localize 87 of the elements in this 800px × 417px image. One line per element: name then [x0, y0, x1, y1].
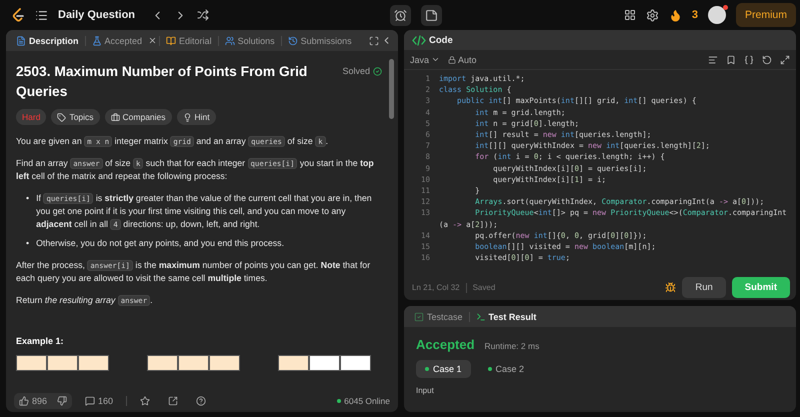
alarm-clock-button[interactable]: [390, 4, 412, 26]
comments-button[interactable]: 160: [80, 393, 118, 409]
language-select[interactable]: Java: [410, 54, 440, 64]
thumbs-down-icon: [57, 396, 68, 406]
note-button[interactable]: [421, 4, 442, 26]
solved-status: Solved: [342, 66, 382, 76]
expand-button[interactable]: [780, 54, 790, 64]
bullet-marker: •: [26, 237, 30, 250]
tag-icon: [57, 112, 66, 122]
settings-button[interactable]: [646, 8, 659, 22]
format-button[interactable]: [708, 54, 718, 64]
grid-layout-button[interactable]: [624, 9, 636, 21]
flask-icon: [92, 36, 102, 46]
tag-button[interactable]: Topics: [51, 109, 100, 125]
case-tab[interactable]: Case 2: [478, 360, 534, 378]
verdict: Accepted: [416, 337, 475, 352]
auto-mode-toggle[interactable]: Auto: [448, 54, 477, 64]
settings-icon: [646, 8, 659, 22]
close-icon: [148, 36, 158, 45]
problem-list-button[interactable]: [35, 8, 48, 22]
lightbulb-icon: [182, 112, 192, 122]
document-icon: [16, 36, 26, 46]
premium-button[interactable]: Premium: [736, 3, 796, 27]
bookmark-icon: [726, 54, 736, 64]
shuffle-icon: [197, 9, 210, 21]
panel-tab[interactable]: Accepted: [88, 36, 146, 46]
fullscreen-button[interactable]: [369, 36, 379, 46]
grid-icon: [624, 9, 636, 21]
bullet-marker: •: [26, 192, 30, 205]
case-tab[interactable]: Case 1: [416, 360, 471, 378]
problem-title: 2503. Maximum Number of Points From Grid Queries: [16, 63, 308, 101]
notification-dot: [723, 5, 728, 10]
bug-icon: [665, 282, 676, 293]
lock-icon: [448, 56, 456, 64]
briefcase-icon: [110, 112, 120, 122]
code-icon: [412, 34, 426, 46]
fullscreen-icon: [369, 36, 379, 46]
panel-tab[interactable]: Description: [12, 36, 83, 46]
braces-button[interactable]: [744, 54, 754, 64]
reset-button[interactable]: [762, 54, 772, 64]
thumbs-up-icon: [19, 396, 29, 406]
panel-tab[interactable]: Test Result: [472, 312, 540, 322]
difficulty-badge: Hard: [16, 109, 46, 125]
problem-list-title[interactable]: Daily Question: [58, 9, 136, 21]
alarm-clock-icon: [394, 8, 408, 22]
panel-tab[interactable]: Testcase: [410, 312, 467, 322]
list-icon: [35, 8, 48, 22]
online-count: 6045 Online: [337, 396, 390, 406]
checkbox-icon: [414, 312, 424, 322]
scrollbar-thumb[interactable]: [389, 59, 394, 119]
avatar[interactable]: [708, 6, 726, 24]
cursor-position: Ln 21, Col 32: [412, 283, 460, 292]
panel-tab[interactable]: Submissions: [284, 36, 356, 46]
share-icon: [168, 396, 178, 406]
streak-count: 3: [692, 9, 698, 21]
panel-tab[interactable]: Editorial: [162, 36, 216, 46]
book-icon: [166, 36, 176, 46]
runtime: Runtime: 2 ms: [484, 341, 540, 351]
flame-icon: [668, 8, 682, 22]
terminal-icon: [476, 312, 486, 322]
comment-icon: [85, 396, 96, 406]
tag-button[interactable]: Companies: [104, 109, 172, 125]
example-heading: Example 1:: [16, 336, 65, 346]
undo-icon: [762, 54, 772, 64]
help-icon: [196, 396, 206, 406]
history-icon: [288, 36, 298, 46]
people-icon: [224, 36, 235, 46]
braces-icon: [744, 54, 754, 64]
chevron-down-icon: [431, 55, 440, 64]
format-icon: [708, 54, 718, 64]
expand-icon: [780, 54, 790, 64]
save-status: Saved: [472, 283, 496, 292]
star-icon: [140, 396, 150, 406]
check-circle-icon: [373, 66, 382, 76]
run-button[interactable]: Run: [682, 277, 726, 298]
code-title: Code: [429, 34, 453, 46]
like-button[interactable]: 896: [14, 393, 52, 409]
bullet-text: Otherwise, you do not get any points, and you end this process.: [36, 237, 284, 250]
shuffle-button[interactable]: [197, 9, 210, 21]
tag-button[interactable]: Hint: [176, 109, 216, 125]
logo-icon[interactable]: [12, 8, 25, 22]
close-tab-button[interactable]: [148, 36, 158, 45]
debug-button[interactable]: [665, 282, 676, 293]
bookmark-button[interactable]: [726, 54, 736, 64]
input-label: Input: [416, 386, 435, 395]
note-icon: [425, 8, 438, 22]
panel-tab[interactable]: Solutions: [220, 36, 279, 46]
